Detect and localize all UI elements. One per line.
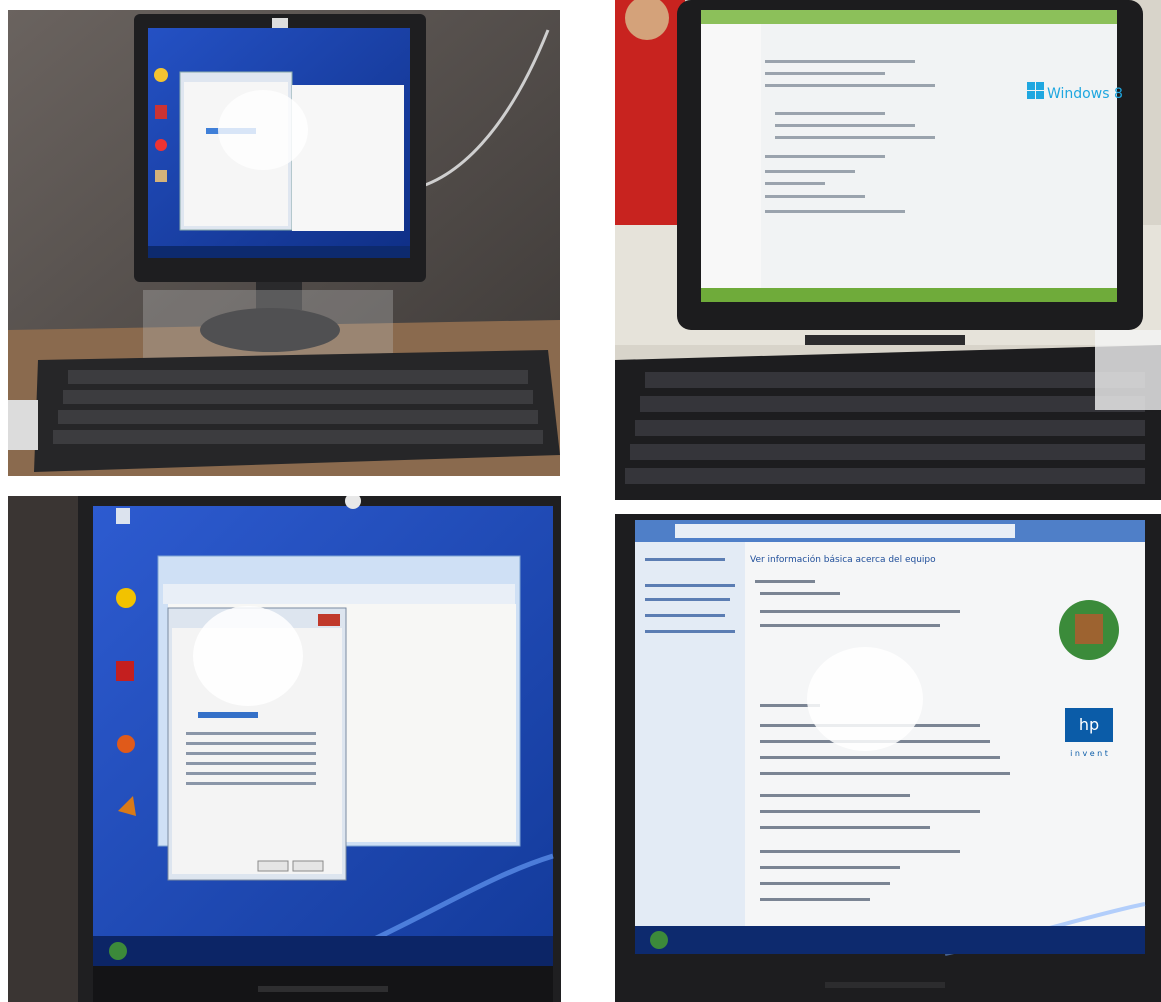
hp-logo-icon [272, 18, 288, 28]
desktop-icon [155, 170, 167, 182]
photo-windows8-monitor: Windows 8 [615, 0, 1161, 500]
svg-text:hp: hp [1079, 715, 1099, 734]
photo-hp-monitor-dialog [8, 10, 560, 476]
desktop-icon [155, 139, 167, 151]
taskbar [635, 926, 1145, 954]
explorer-window [292, 85, 404, 231]
screen [701, 10, 1117, 302]
close-icon [318, 614, 340, 626]
desktop-icon [155, 105, 167, 119]
start-button-icon [650, 931, 668, 949]
photo-win7-system-info: Ver información básica acerca del equipo… [615, 514, 1161, 1002]
desktop-icon [154, 68, 168, 82]
start-button-icon [109, 942, 127, 960]
svg-text:i n v e n t: i n v e n t [1070, 749, 1108, 758]
taskbar [93, 936, 553, 966]
page-heading: Ver información básica acerca del equipo [750, 554, 936, 565]
windows8-logo-text: Windows 8 [1047, 86, 1123, 102]
photo-win7-device-properties [8, 496, 561, 1002]
